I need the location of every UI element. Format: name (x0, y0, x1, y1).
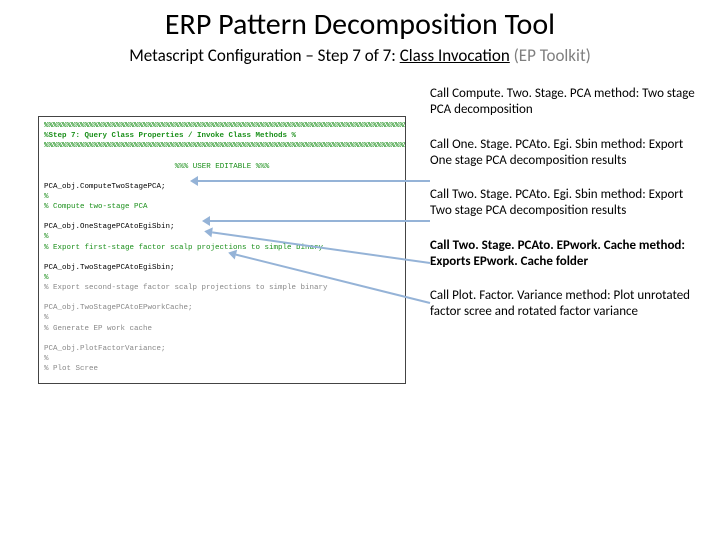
code-line: PCA_obj.OneStagePCAtoEgiSbin; (44, 222, 400, 232)
annotation-item: Call Compute. Two. Stage. PCA method: Tw… (430, 86, 700, 119)
code-comment: % Generate EP work cache (44, 324, 400, 334)
code-line: PCA_obj.ComputeTwoStagePCA; (44, 182, 400, 192)
code-line: PCA_obj.TwoStagePCAtoEgiSbin; (44, 263, 400, 273)
annotation-item: Call Two. Stage. PCAto. Egi. Sbin method… (430, 187, 700, 220)
code-comment: % Compute two-stage PCA (44, 202, 400, 212)
code-line: PCA_obj.TwoStagePCAtoEPworkCache; (44, 303, 400, 313)
code-comment: % Export second-stage factor scalp proje… (44, 283, 400, 293)
annotations: Call Compute. Two. Stage. PCA method: Tw… (430, 86, 700, 339)
arrow-icon (198, 180, 430, 182)
subtitle-underline: Class Invocation (400, 45, 510, 66)
code-pct: % (44, 354, 400, 364)
subtitle: Metascript Configuration – Step 7 of 7: … (0, 45, 720, 66)
code-comment: % Plot Scree (44, 364, 400, 374)
code-line: PCA_obj.PlotFactorVariance; (44, 344, 400, 354)
code-border: %%%%%%%%%%%%%%%%%%%%%%%%%%%%%%%%%%%%%%%%… (44, 141, 400, 151)
code-user-editable: %%% USER EDITABLE %%% (44, 162, 400, 172)
arrow-icon (210, 220, 430, 222)
page-title: ERP Pattern Decomposition Tool (0, 0, 720, 43)
code-border: %%%%%%%%%%%%%%%%%%%%%%%%%%%%%%%%%%%%%%%%… (44, 121, 400, 131)
subtitle-prefix: Metascript Configuration – Step 7 of 7: (129, 45, 400, 66)
code-pct: % (44, 192, 400, 202)
subtitle-ep: (EP Toolkit) (510, 45, 591, 66)
annotation-item: Call Two. Stage. PCAto. EPwork. Cache me… (430, 238, 700, 271)
code-step-label: %Step 7: Query Class Properties / Invoke… (44, 131, 400, 141)
annotation-item: Call Plot. Factor. Variance method: Plot… (430, 288, 700, 321)
code-pct: % (44, 313, 400, 323)
annotation-item: Call One. Stage. PCAto. Egi. Sbin method… (430, 137, 700, 170)
